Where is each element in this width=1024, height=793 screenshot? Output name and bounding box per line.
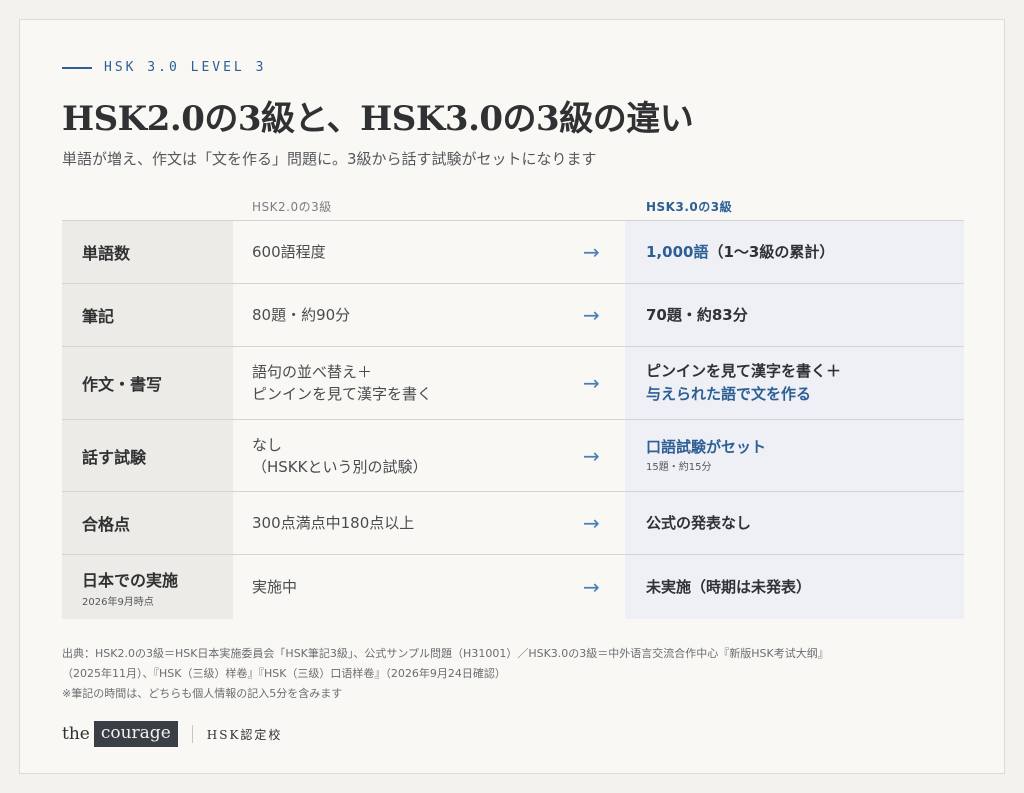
table-row: 話す試験 なし （HSKKという別の試験） → 口語試験がセット 15題・約15… [62,420,964,492]
brand-logo: the courage HSK認定校 [62,721,282,747]
old-value: 600語程度 [252,243,326,261]
arrow-icon: → [583,371,600,395]
source-notes: 出典：HSK2.0の3級＝HSK日本実施委員会「HSK筆記3級」、公式サンプル問… [62,647,829,700]
old-value: 語句の並べ替え＋ ピンインを見て漢字を書く [252,363,433,403]
table-row: 日本での実施 2026年9月時点 実施中 → 未実施（時期は未発表） [62,555,964,619]
old-value: なし （HSKKという別の試験） [252,435,428,476]
row-label: 単語数 [82,244,131,263]
table-row: 合格点 300点満点中180点以上 → 公式の発表なし [62,492,964,555]
comparison-table: HSK2.0の3級 HSK3.0の3級 単語数 600語程度 → 1,000語（… [62,192,964,619]
old-value: 実施中 [252,578,298,596]
divider [191,725,193,743]
page-subtitle: 単語が増え、作文は「文を作る」問題に。3級から話す試験がセットになります [62,150,597,168]
eyebrow: HSK 3.0 LEVEL 3 [62,60,266,75]
table-row: 筆記 80題・約90分 → 70題・約83分 [62,284,964,347]
new-value: 口語試験がセット 15題・約15分 [625,420,964,491]
table-header: HSK2.0の3級 HSK3.0の3級 [62,192,964,221]
row-label: 作文・書写 [82,375,163,394]
old-value: 80題・約90分 [252,306,351,324]
new-value: 70題・約83分 [625,284,964,346]
new-value: 未実施（時期は未発表） [625,555,964,619]
table-row: 単語数 600語程度 → 1,000語（1〜3級の累計） [62,221,964,284]
arrow-icon: → [583,240,600,264]
new-value: 1,000語（1〜3級の累計） [625,221,964,283]
row-note: 2026年9月時点 [82,596,154,608]
column-header-new: HSK3.0の3級 [646,199,733,214]
infographic-card: HSK 3.0 LEVEL 3 HSK2.0の3級と、HSK3.0の3級の違い … [19,19,1005,774]
eyebrow-text: HSK 3.0 LEVEL 3 [104,60,267,75]
arrow-icon: → [583,443,600,468]
arrow-icon: → [583,575,600,599]
arrow-icon: → [583,511,600,535]
row-label: 話す試験 [82,447,147,467]
column-header-old: HSK2.0の3級 [252,199,332,214]
new-value: ピンインを見て漢字を書く＋ 与えられた語で文を作る [625,347,964,419]
row-label: 日本での実施 [82,570,179,590]
new-value: 公式の発表なし [625,492,964,554]
certification-label: HSK認定校 [206,727,283,742]
row-label: 筆記 [82,307,115,326]
page-title: HSK2.0の3級と、HSK3.0の3級の違い [62,99,694,139]
row-label: 合格点 [82,515,131,534]
table-row: 作文・書写 語句の並べ替え＋ ピンインを見て漢字を書く → ピンインを見て漢字を… [62,347,964,420]
arrow-icon: → [583,303,600,327]
old-value: 300点満点中180点以上 [252,514,415,532]
eyebrow-rule [62,66,92,69]
